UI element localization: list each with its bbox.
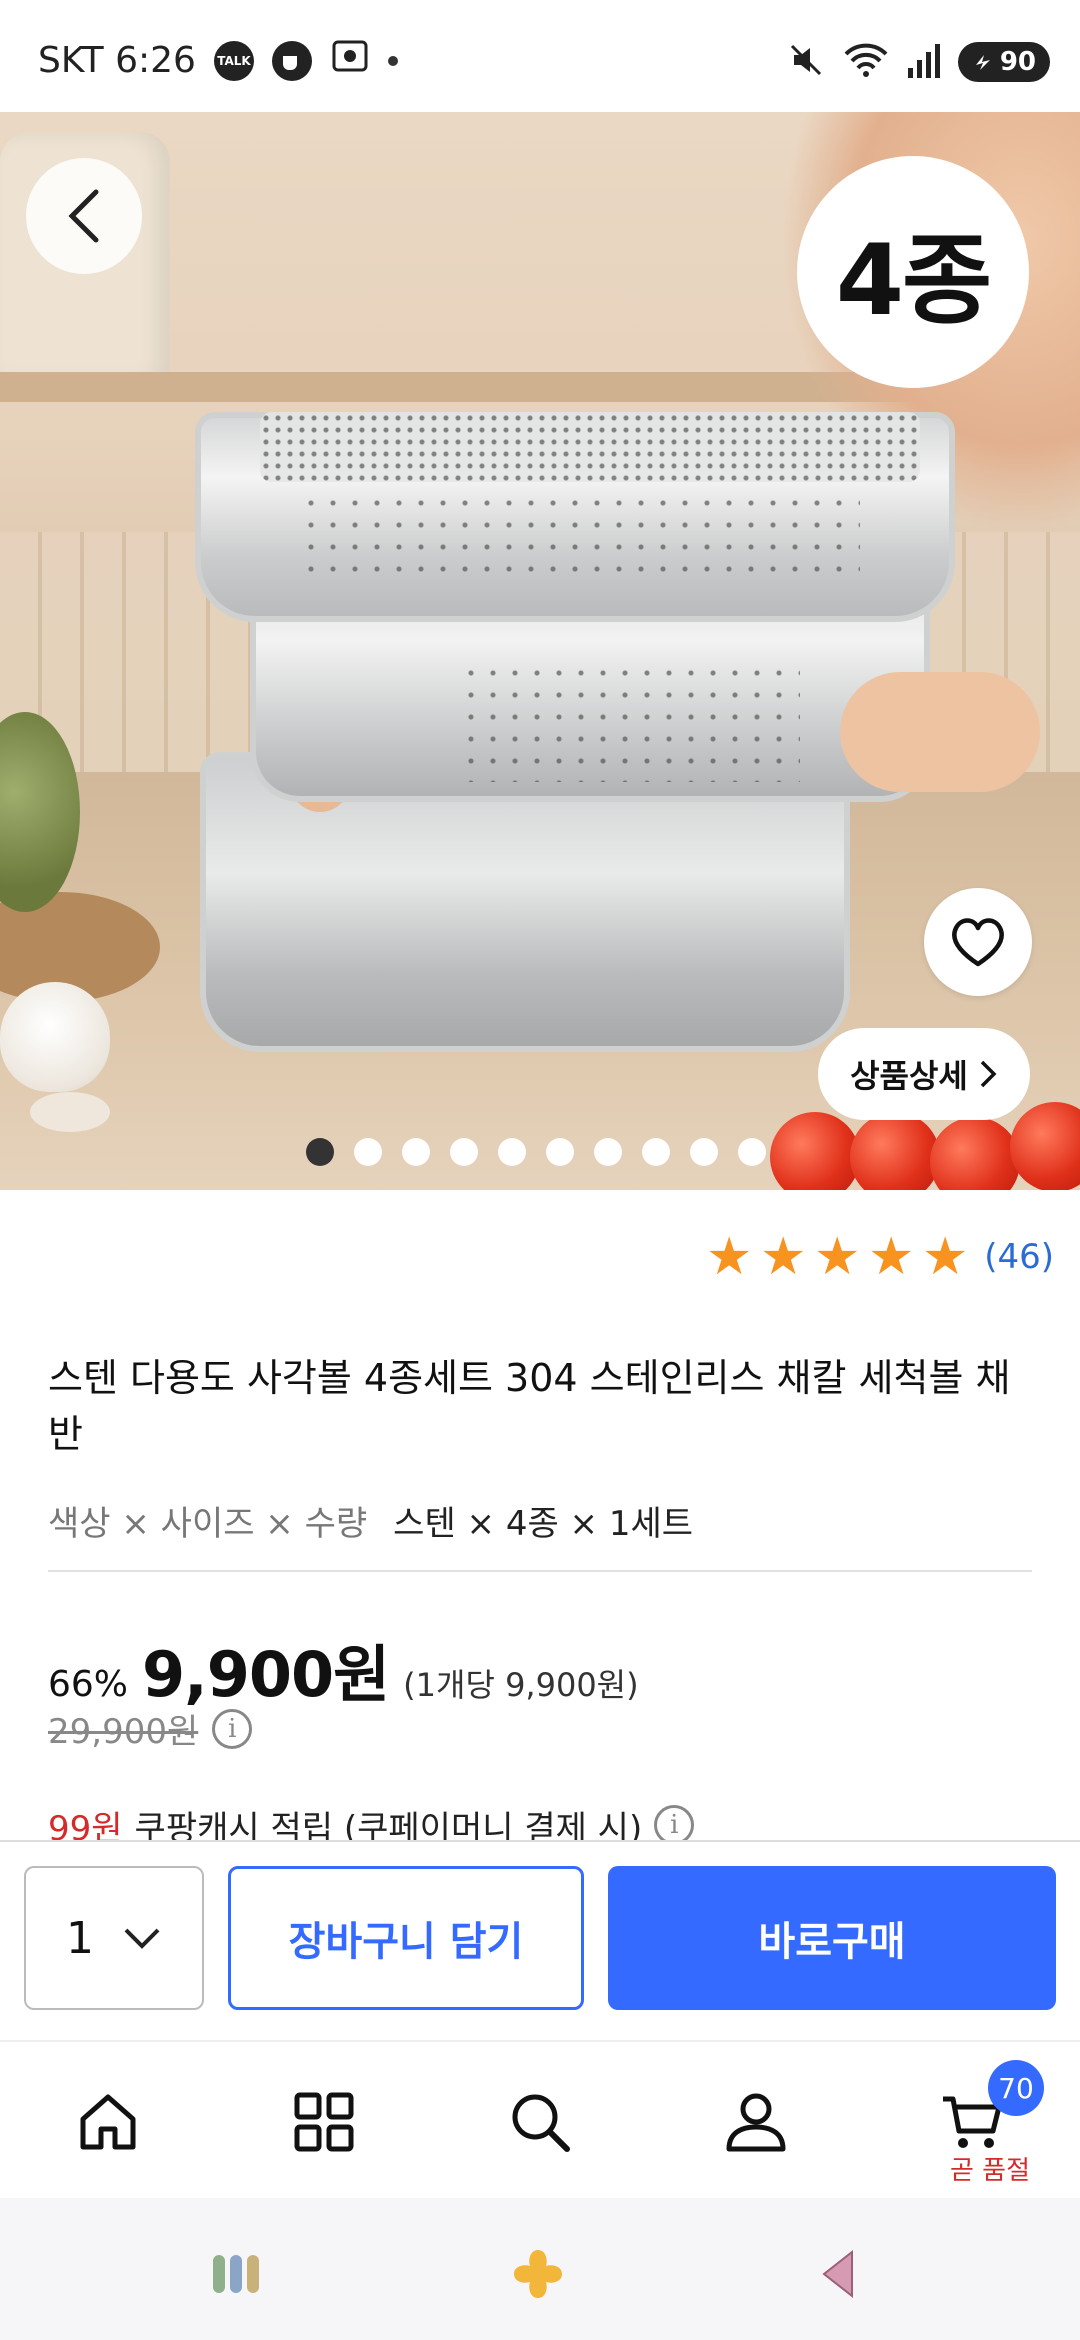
add-to-cart-button[interactable]: 장바구니 담기 (228, 1866, 584, 2010)
chevron-left-icon (68, 189, 99, 243)
quantity-value: 1 (66, 1912, 94, 1964)
back-triangle-icon (822, 2249, 853, 2299)
right-hand-decor (840, 672, 1040, 792)
wishlist-button[interactable] (924, 888, 1032, 996)
review-count[interactable]: (46) (984, 1237, 1054, 1277)
divider (48, 1570, 1032, 1572)
chevron-down-icon (124, 1928, 160, 1949)
coffee-icon (271, 40, 312, 81)
recent-apps-icon (213, 2255, 259, 2293)
quantity-select[interactable]: 1 (24, 1866, 204, 2010)
star-icon: ★ (813, 1227, 861, 1287)
cart-soldout-note: 곧 품절 (949, 2156, 1031, 2186)
discount-rate: 66% (48, 1664, 129, 1705)
mute-icon (786, 40, 826, 84)
notification-dot (387, 55, 398, 66)
bottom-navigation (0, 2040, 1080, 2198)
battery-icon (975, 55, 990, 70)
signal-icon (906, 40, 942, 84)
carousel-dot[interactable] (738, 1138, 766, 1166)
battery-level: 90 (999, 47, 1036, 77)
garlic-clove-decor (30, 1092, 110, 1132)
home-clover-icon (514, 2250, 562, 2298)
home-icon (80, 2094, 136, 2150)
carousel-dot[interactable] (690, 1138, 718, 1166)
search-icon (512, 2094, 570, 2152)
status-left: SKT 6:26 TALK (38, 36, 398, 85)
grid-icon (294, 2092, 354, 2152)
nav-search[interactable] (490, 2072, 590, 2172)
original-price: 29,900원 (48, 1712, 199, 1752)
colander-holes (300, 492, 860, 582)
carousel-dot[interactable] (642, 1138, 670, 1166)
carousel-dot[interactable] (306, 1138, 334, 1166)
product-detail-button[interactable]: 상품상세 (818, 1028, 1030, 1120)
home-button[interactable] (508, 2244, 568, 2304)
buy-now-button[interactable]: 바로구매 (608, 1866, 1056, 2010)
battery-indicator: 90 (957, 42, 1050, 82)
star-icon: ★ (867, 1227, 915, 1287)
back-system-button[interactable] (808, 2244, 868, 2304)
carousel-dot[interactable] (498, 1138, 526, 1166)
status-bar: SKT 6:26 TALK 90 (0, 0, 1080, 112)
nav-home[interactable] (58, 2072, 158, 2172)
screenshot-icon (330, 36, 370, 85)
system-navigation-bar (0, 2198, 1080, 2340)
carousel-dot[interactable] (450, 1138, 478, 1166)
product-image-carousel[interactable]: 4종 상품상세 (0, 112, 1080, 1190)
unit-price: (1개당 9,900원) (403, 1666, 639, 1704)
option-value: 스텐 × 4종 × 1세트 (393, 1504, 694, 1544)
option-label: 색상 × 사이즈 × 수량 (48, 1504, 368, 1544)
product-title: 스텐 다용도 사각볼 4종세트 304 스테인리스 채칼 세척볼 채반 (48, 1356, 1011, 1456)
variant-count-badge: 4종 (797, 156, 1029, 388)
carousel-dot[interactable] (594, 1138, 622, 1166)
back-button[interactable] (26, 158, 142, 274)
cart-count-badge: 70 (988, 2060, 1044, 2116)
nav-categories[interactable] (274, 2072, 374, 2172)
carrier-time: SKT 6:26 (38, 40, 196, 81)
rating[interactable]: ★ ★ ★ ★ ★ (46) (704, 1227, 1054, 1287)
carousel-dot[interactable] (402, 1138, 430, 1166)
grater-plate (260, 412, 920, 482)
sale-price: 9,900원 (142, 1638, 390, 1711)
original-price-row: 29,900원 i (48, 1704, 253, 1753)
carousel-dot[interactable] (546, 1138, 574, 1166)
heart-icon (952, 918, 1004, 967)
info-icon[interactable]: i (212, 1708, 253, 1749)
price-row: 66% 9,900원 (1개당 9,900원) (48, 1624, 639, 1714)
chevron-right-icon (980, 1060, 997, 1088)
user-icon (726, 2093, 786, 2152)
status-right: 90 (786, 40, 1050, 84)
info-icon[interactable]: i (654, 1805, 695, 1845)
option-summary[interactable]: 색상 × 사이즈 × 수량 스텐 × 4종 × 1세트 (48, 1496, 693, 1545)
recent-apps-button[interactable] (206, 2244, 266, 2304)
kakaotalk-icon: TALK (213, 40, 254, 81)
star-icon: ★ (759, 1227, 807, 1287)
star-icon: ★ (921, 1227, 969, 1287)
star-icon: ★ (705, 1227, 753, 1287)
garlic-decor (0, 982, 110, 1092)
bowl-holes (460, 662, 800, 782)
product-detail-label: 상품상세 (850, 1057, 968, 1095)
wifi-icon (842, 40, 890, 84)
carousel-dots (306, 1138, 766, 1166)
nav-my-account[interactable] (706, 2072, 806, 2172)
purchase-bar: 1 장바구니 담기 바로구매 (0, 1840, 1080, 2040)
carousel-dot[interactable] (354, 1138, 382, 1166)
